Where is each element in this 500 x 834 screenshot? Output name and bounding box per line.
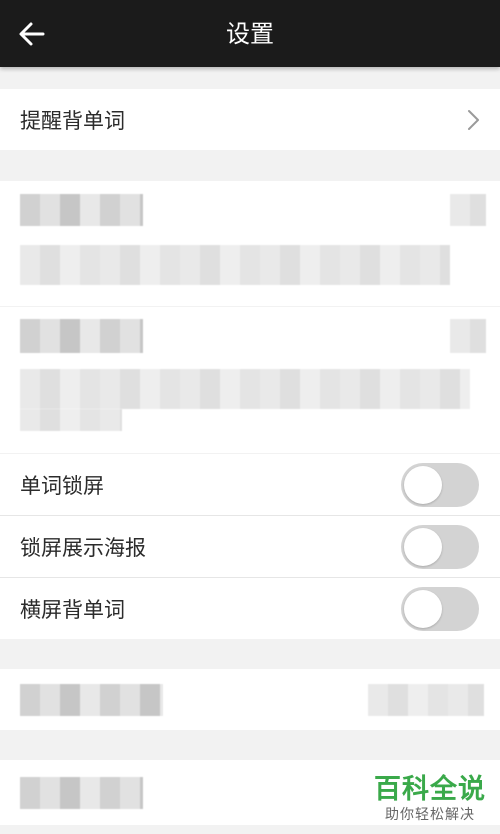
- blurred-title-1: [20, 194, 143, 226]
- blurred-setting-2: [0, 307, 500, 453]
- lockscreen-poster-toggle[interactable]: [401, 524, 479, 569]
- blurred-title-3: [20, 684, 163, 716]
- watermark-logo: 百科全说 助你轻松解决: [374, 774, 486, 824]
- toggle-knob: [404, 527, 442, 566]
- blurred-description-2b: [20, 409, 122, 431]
- toggle-row-word-lockscreen[interactable]: 单词锁屏: [0, 454, 500, 515]
- toggle-label: 单词锁屏: [20, 473, 104, 498]
- landscape-words-toggle[interactable]: [401, 586, 479, 631]
- toggle-row-landscape-words[interactable]: 横屏背单词: [0, 578, 500, 639]
- toggle-knob: [404, 465, 442, 504]
- blurred-value-1: [450, 194, 486, 226]
- watermark-title: 百科全说: [374, 774, 486, 805]
- toggle-label: 锁屏展示海报: [20, 535, 146, 560]
- blurred-setting-1: [0, 181, 500, 306]
- blurred-value-2: [450, 319, 486, 353]
- toggle-row-lockscreen-poster[interactable]: 锁屏展示海报: [0, 516, 500, 577]
- blurred-description-2: [20, 369, 470, 409]
- blurred-title-2: [20, 319, 143, 353]
- word-lockscreen-toggle[interactable]: [401, 462, 479, 507]
- chevron-right-icon: [468, 109, 479, 130]
- blurred-title-4: [20, 777, 143, 809]
- blurred-setting-3: [0, 669, 500, 730]
- reminder-row[interactable]: 提醒背单词: [0, 89, 500, 150]
- toggle-knob: [404, 589, 442, 628]
- watermark-subtitle: 助你轻松解决: [385, 807, 475, 823]
- blurred-value-3: [368, 684, 484, 716]
- page-title: 设置: [226, 20, 274, 48]
- reminder-label: 提醒背单词: [20, 108, 125, 133]
- blurred-description-1: [20, 245, 450, 285]
- top-bar: 设置: [0, 0, 500, 67]
- toggle-label: 横屏背单词: [20, 597, 125, 622]
